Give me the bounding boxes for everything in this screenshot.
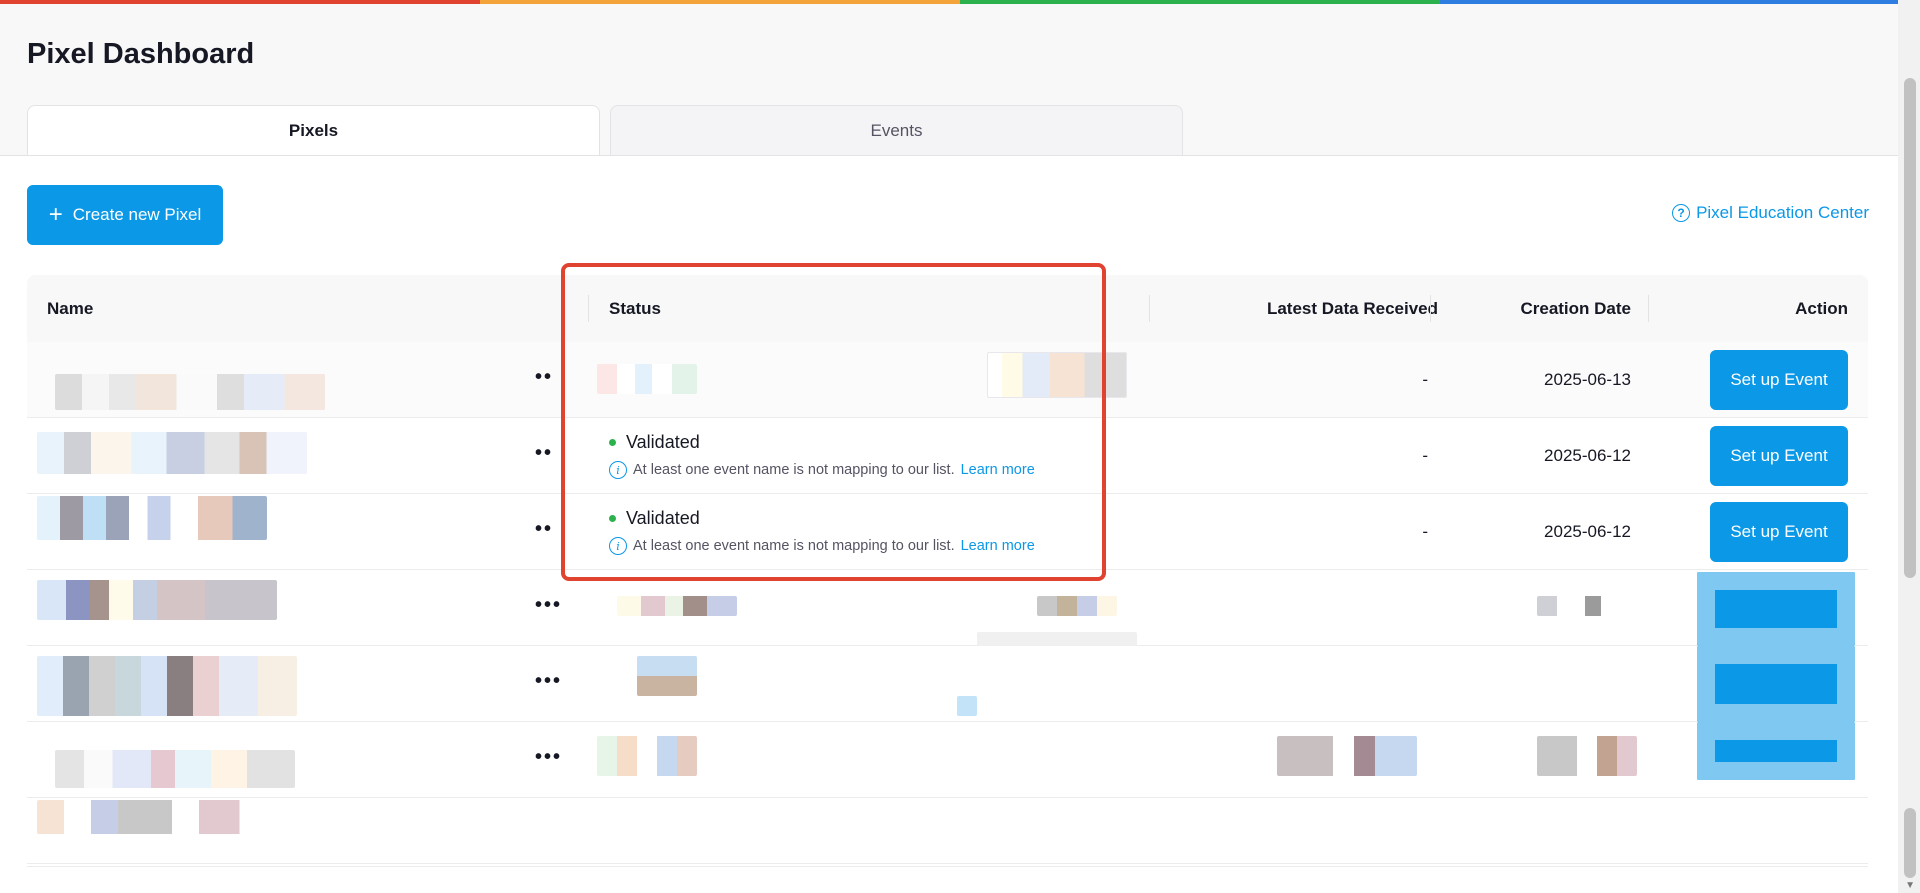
redacted-pixel-name <box>55 374 325 410</box>
pixel-table: Name Status Latest Data Received Creatio… <box>27 275 1868 864</box>
redacted-action <box>1697 572 1855 646</box>
creation-date-value: 2025-06-12 <box>1544 446 1631 465</box>
col-status: Status <box>609 298 661 318</box>
creation-date-value: 2025-06-12 <box>1544 522 1631 541</box>
table-row: •• Validated i At least one event name i… <box>27 494 1868 570</box>
table-row: •• - 2025-06-13 Set up Event <box>27 342 1868 418</box>
col-creation-date: Creation Date <box>1520 298 1631 318</box>
redacted-latest-data <box>1277 736 1417 776</box>
create-pixel-label: Create new Pixel <box>72 205 202 224</box>
more-options-icon[interactable]: •• <box>535 442 553 465</box>
validated-dot-icon <box>609 439 616 446</box>
redacted-pixel-id <box>987 352 1127 398</box>
table-row <box>27 798 1868 864</box>
redacted-pixel-name <box>37 656 297 716</box>
col-divider <box>1149 295 1150 322</box>
table-row: •• Validated i At least one event name i… <box>27 418 1868 494</box>
redacted-action <box>1697 646 1855 722</box>
vertical-scrollbar[interactable]: ▼ <box>1898 0 1920 893</box>
status-label: Validated <box>626 432 700 452</box>
redacted-status <box>617 596 737 616</box>
latest-data-value: - <box>1422 522 1428 541</box>
table-bottom-divider <box>27 866 1868 867</box>
col-divider <box>1430 295 1431 322</box>
tab-pixels[interactable]: Pixels <box>27 105 600 156</box>
help-circle-icon: ? <box>1672 204 1691 222</box>
latest-data-value: - <box>1422 446 1428 465</box>
create-pixel-button[interactable]: + Create new Pixel <box>27 185 223 245</box>
redacted-action <box>1697 722 1855 780</box>
set-up-event-button[interactable]: Set up Event <box>1710 350 1848 410</box>
col-latest-data: Latest Data Received <box>1266 298 1438 318</box>
tab-divider <box>0 155 1898 156</box>
table-row: ••• <box>27 722 1868 798</box>
status-note: At least one event name is not mapping t… <box>633 462 955 478</box>
creation-date-value: 2025-06-13 <box>1544 370 1631 389</box>
status-cell: Validated i At least one event name is n… <box>609 432 1035 479</box>
scrollbar-thumb[interactable] <box>1904 78 1916 578</box>
col-action: Action <box>1795 298 1848 318</box>
redacted-pixel-name <box>55 750 295 788</box>
col-name: Name <box>47 298 94 318</box>
redacted-pixel-id <box>957 696 977 716</box>
col-divider <box>588 295 589 322</box>
redacted-pixel-name <box>37 496 267 540</box>
latest-data-value: - <box>1422 370 1428 389</box>
more-options-icon[interactable]: •• <box>535 366 553 389</box>
scroll-down-arrow-icon[interactable]: ▼ <box>1905 880 1915 891</box>
table-header: Name Status Latest Data Received Creatio… <box>27 275 1868 342</box>
more-options-icon[interactable]: ••• <box>535 670 562 693</box>
redacted-date <box>1537 596 1617 616</box>
status-note: At least one event name is not mapping t… <box>633 538 955 554</box>
redacted-status <box>597 736 697 776</box>
info-icon: i <box>609 461 627 479</box>
status-cell: Validated i At least one event name is n… <box>609 508 1035 555</box>
set-up-event-button[interactable]: Set up Event <box>1710 426 1848 486</box>
redacted-pixel-id <box>1037 596 1117 616</box>
info-icon: i <box>609 537 627 555</box>
redacted-pixel-id <box>977 632 1137 646</box>
education-center-link[interactable]: ? Pixel Education Center <box>1672 203 1869 223</box>
redacted-date <box>1537 736 1637 776</box>
more-options-icon[interactable]: •• <box>535 518 553 541</box>
plus-icon: + <box>48 201 63 228</box>
redacted-status <box>597 364 697 394</box>
table-row: ••• <box>27 646 1868 722</box>
learn-more-link[interactable]: Learn more <box>961 462 1035 478</box>
tab-events[interactable]: Events <box>610 105 1183 156</box>
more-options-icon[interactable]: ••• <box>535 594 562 617</box>
redacted-pixel-name <box>37 432 307 474</box>
redacted-pixel-name <box>37 800 307 834</box>
more-options-icon[interactable]: ••• <box>535 746 562 769</box>
table-row: ••• <box>27 570 1868 646</box>
education-center-label: Pixel Education Center <box>1696 203 1869 222</box>
validated-dot-icon <box>609 515 616 522</box>
redacted-pixel-name <box>37 580 277 620</box>
redacted-status <box>637 656 697 696</box>
set-up-event-button[interactable]: Set up Event <box>1710 502 1848 562</box>
learn-more-link[interactable]: Learn more <box>961 538 1035 554</box>
col-divider <box>1648 295 1649 322</box>
scrollbar-thumb[interactable] <box>1904 808 1916 878</box>
status-label: Validated <box>626 508 700 528</box>
tab-bar: Pixels Events <box>27 105 1183 156</box>
page-title: Pixel Dashboard <box>27 38 255 70</box>
